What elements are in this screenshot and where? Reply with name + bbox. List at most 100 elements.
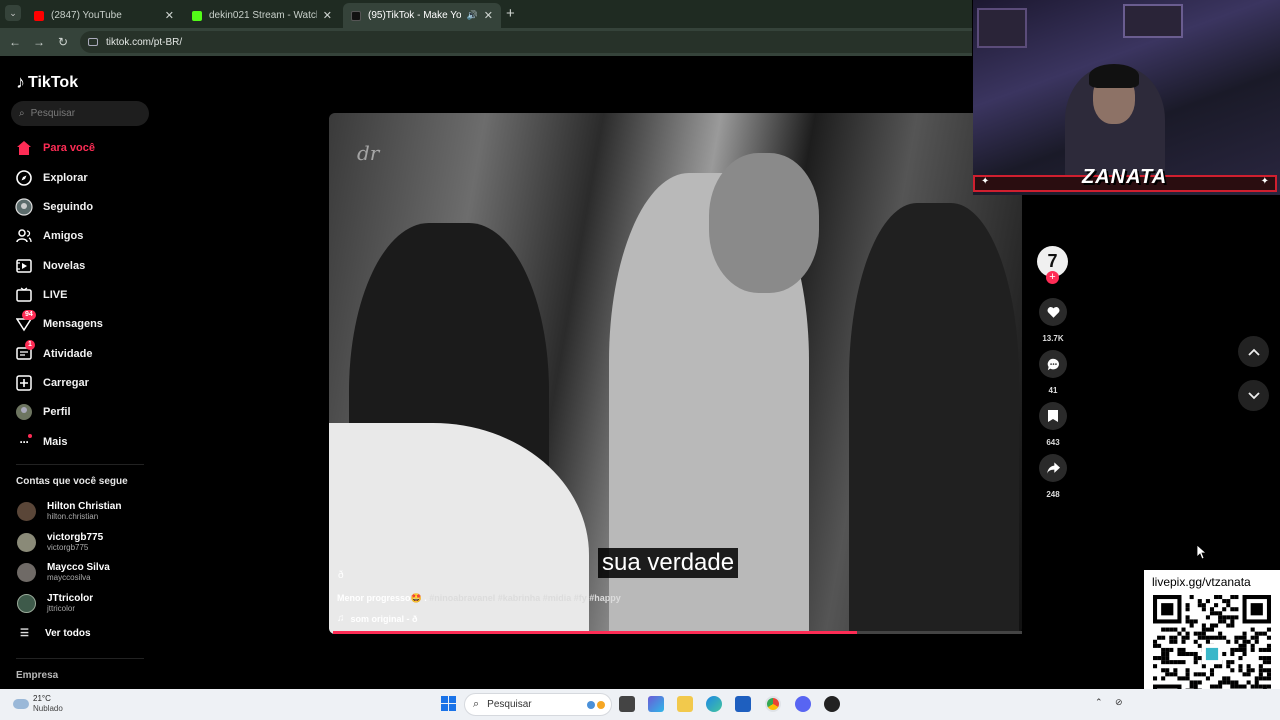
qr-module xyxy=(1234,607,1239,612)
qr-module xyxy=(1185,619,1190,624)
company-link[interactable]: Empresa xyxy=(16,670,58,681)
sidebar-item-label: Novelas xyxy=(43,260,86,272)
qr-module xyxy=(1201,664,1206,669)
reload-icon[interactable]: ↻ xyxy=(51,35,75,49)
back-icon[interactable]: ← xyxy=(3,35,27,49)
followed-account[interactable]: victorgb775 victorgb775 xyxy=(17,532,103,553)
site-info-icon[interactable] xyxy=(88,38,98,46)
tab-kick[interactable]: dekin021 Stream - Watch Live o ✕ xyxy=(184,3,340,28)
qr-module xyxy=(1230,595,1235,600)
save-action[interactable]: 643 xyxy=(1038,402,1068,447)
sidebar-item-live[interactable]: LIVE xyxy=(15,285,67,305)
search-icon: ⌕ xyxy=(473,698,480,710)
share-action[interactable]: 248 xyxy=(1038,454,1068,499)
speaker-icon[interactable]: 🔊 xyxy=(467,10,478,21)
like-count: 13.7K xyxy=(1042,334,1064,343)
sidebar-item-for-you[interactable]: Para você xyxy=(15,138,95,158)
bookmark-icon[interactable] xyxy=(1039,402,1067,430)
account-name: JTtricolor xyxy=(47,593,94,604)
qr-module xyxy=(1250,643,1255,648)
qr-module xyxy=(1226,623,1231,628)
store-icon[interactable] xyxy=(735,696,751,712)
weather-widget[interactable]: 21°C Nublado xyxy=(13,694,63,714)
follow-button[interactable]: + xyxy=(1046,271,1059,284)
qr-module xyxy=(1214,611,1219,616)
followed-account[interactable]: Hilton Christian hilton.christian xyxy=(17,501,121,522)
sidebar-item-messages[interactable]: 94 Mensagens xyxy=(15,310,103,334)
address-bar[interactable]: tiktok.com/pt-BR/ xyxy=(80,31,972,53)
sidebar-divider xyxy=(16,464,144,465)
tray-chevron-icon[interactable]: ⌃ xyxy=(1095,697,1103,708)
qr-module xyxy=(1234,639,1239,644)
video-sound[interactable]: ♫ som original - ð xyxy=(337,613,418,624)
discord-icon[interactable] xyxy=(795,696,811,712)
close-tab-icon[interactable]: ✕ xyxy=(484,9,493,22)
sidebar-item-activity[interactable]: 1 Atividade xyxy=(15,340,93,364)
heart-icon[interactable] xyxy=(1039,298,1067,326)
comment-icon[interactable] xyxy=(1039,350,1067,378)
qr-module xyxy=(1222,635,1227,640)
followed-account[interactable]: Maycco Silva mayccosilva xyxy=(17,562,110,583)
tab-search-button[interactable]: ⌄ xyxy=(5,5,21,21)
sidebar-item-upload[interactable]: Carregar xyxy=(15,373,89,393)
sidebar-item-friends[interactable]: Amigos xyxy=(15,226,83,246)
qr-module xyxy=(1193,672,1198,677)
qr-module xyxy=(1193,639,1198,644)
tab-youtube[interactable]: (2847) YouTube ✕ xyxy=(26,3,182,28)
search-box[interactable]: ⌕ xyxy=(11,101,149,126)
see-all-link[interactable]: ☰ Ver todos xyxy=(20,628,91,639)
task-view-icon[interactable] xyxy=(619,696,635,712)
qr-module xyxy=(1254,639,1259,644)
video-progress-bar[interactable] xyxy=(333,631,1022,634)
browser-toolbar: ← → ↻ tiktok.com/pt-BR/ xyxy=(0,28,972,56)
qr-module xyxy=(1242,643,1247,648)
qr-module xyxy=(1205,647,1219,661)
account-username: victorgb775 xyxy=(47,543,89,552)
sidebar-item-profile[interactable]: Perfil xyxy=(15,402,71,422)
qr-module xyxy=(1238,684,1243,689)
sidebar-item-label: Amigos xyxy=(43,230,84,242)
edge-icon[interactable] xyxy=(706,696,722,712)
tab-tiktok[interactable]: (95)TikTok - Make Your Day 🔊 ✕ xyxy=(343,3,501,28)
sidebar-item-following[interactable]: Seguindo xyxy=(15,197,93,217)
close-tab-icon[interactable]: ✕ xyxy=(323,9,332,22)
qr-module xyxy=(1222,680,1227,685)
copilot-icon[interactable] xyxy=(648,696,664,712)
new-tab-button[interactable]: + xyxy=(506,5,515,22)
taskbar-search[interactable]: ⌕ Pesquisar xyxy=(464,693,612,716)
qr-module xyxy=(1238,664,1243,669)
qr-module xyxy=(1266,672,1271,677)
qr-module xyxy=(1205,599,1210,604)
obs-icon[interactable] xyxy=(824,696,840,712)
close-tab-icon[interactable]: ✕ xyxy=(165,9,174,22)
like-action[interactable]: 13.7K xyxy=(1038,298,1068,343)
network-icon[interactable]: ⊘ xyxy=(1115,697,1123,708)
next-video-button[interactable] xyxy=(1238,380,1269,411)
messages-icon: 94 xyxy=(15,310,36,333)
qr-module xyxy=(1209,668,1215,673)
qr-module xyxy=(1222,651,1227,657)
description-hashtags[interactable]: #ninoabravanel #kabrinha #midia #fy #hap… xyxy=(429,593,621,603)
qr-link-label: livepix.gg/vtzanata xyxy=(1152,575,1251,589)
sparkle-icon: ✦ xyxy=(1260,176,1269,187)
sidebar-item-more[interactable]: ··· Mais xyxy=(15,432,67,452)
video-author-handle[interactable]: ð xyxy=(338,570,344,581)
qr-module xyxy=(1189,684,1194,689)
windows-start-icon[interactable] xyxy=(441,696,457,712)
tiktok-logo[interactable]: ♪ TikTok xyxy=(16,72,78,93)
forward-icon[interactable]: → xyxy=(27,35,51,49)
qr-module xyxy=(1209,627,1215,632)
qr-module xyxy=(1193,656,1198,661)
qr-module xyxy=(1181,660,1186,665)
share-icon[interactable] xyxy=(1039,454,1067,482)
search-input[interactable] xyxy=(30,108,131,119)
sidebar-item-explore[interactable]: Explorar xyxy=(15,168,88,188)
followed-account[interactable]: JTtricolor jttricolor xyxy=(17,593,93,614)
comment-action[interactable]: 41 xyxy=(1038,350,1068,395)
sidebar-item-novelas[interactable]: Novelas xyxy=(15,256,85,276)
file-explorer-icon[interactable] xyxy=(677,696,693,712)
previous-video-button[interactable] xyxy=(1238,336,1269,367)
chrome-icon[interactable] xyxy=(765,696,781,712)
qr-module xyxy=(1238,647,1243,652)
qr-module xyxy=(1254,680,1259,685)
